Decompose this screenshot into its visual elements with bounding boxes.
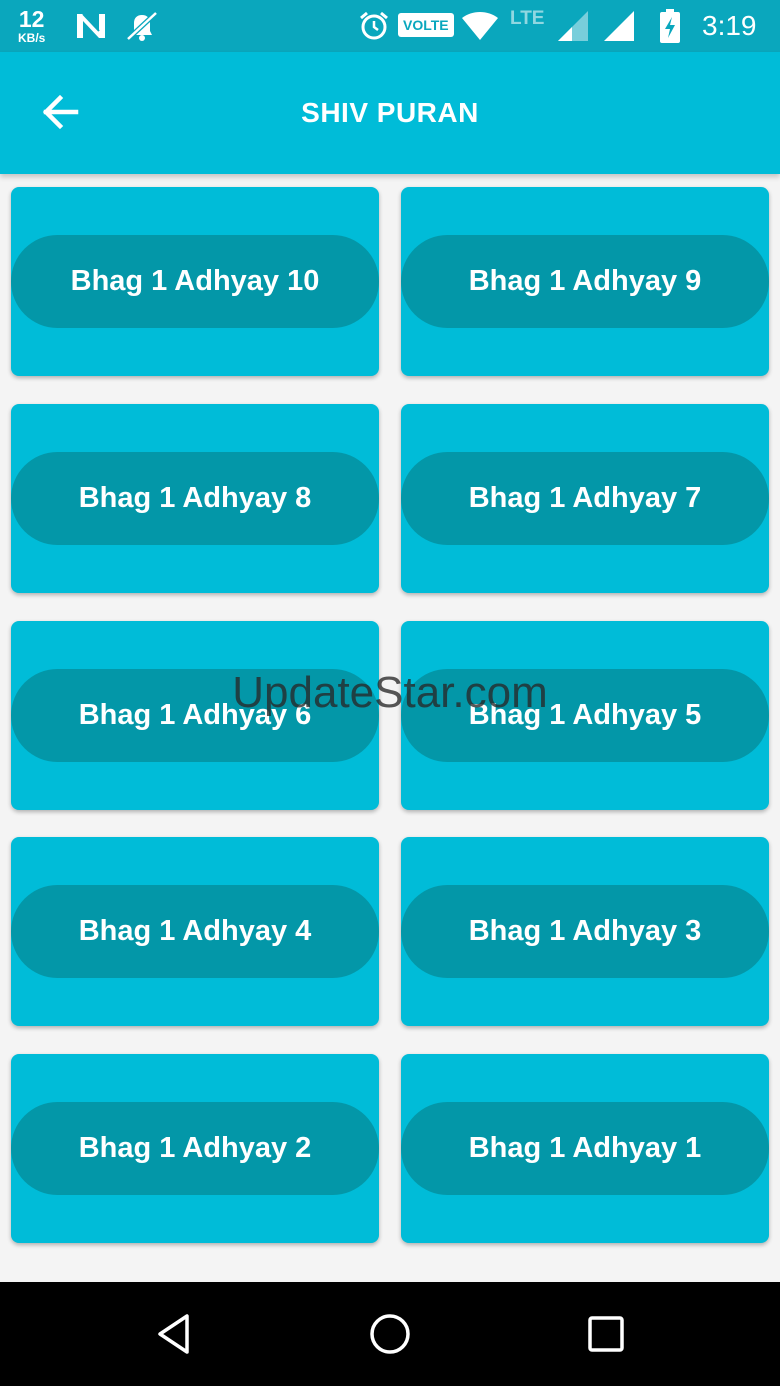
chapter-card: Bhag 1 Adhyay 4 [11, 837, 379, 1026]
recents-square-icon [588, 1316, 624, 1352]
status-bar: 12 KB/s VOLTE LTE 3:19 [0, 0, 780, 52]
chapter-grid: Bhag 1 Adhyay 10 Bhag 1 Adhyay 9 Bhag 1 … [0, 174, 780, 1282]
back-triangle-icon [158, 1314, 189, 1354]
app-bar: SHIV PURAN [0, 52, 780, 174]
nav-back-button[interactable] [144, 1304, 204, 1364]
page-title: SHIV PURAN [301, 97, 479, 128]
status-time: 3:19 [702, 10, 757, 41]
chapter-card: Bhag 1 Adhyay 6 [11, 621, 379, 810]
signal-weak-icon [556, 0, 590, 52]
chapter-button[interactable]: Bhag 1 Adhyay 4 [11, 885, 379, 978]
nav-recents-button[interactable] [576, 1304, 636, 1364]
back-button[interactable] [30, 82, 90, 142]
chapter-button[interactable]: Bhag 1 Adhyay 1 [401, 1102, 769, 1195]
no-notifications-icon [124, 0, 160, 52]
chapter-card: Bhag 1 Adhyay 9 [401, 187, 769, 376]
volte-badge: VOLTE [398, 13, 454, 37]
chapter-card: Bhag 1 Adhyay 8 [11, 404, 379, 593]
chapter-card: Bhag 1 Adhyay 3 [401, 837, 769, 1026]
chapter-button[interactable]: Bhag 1 Adhyay 2 [11, 1102, 379, 1195]
alarm-icon [358, 0, 390, 52]
chapter-button[interactable]: Bhag 1 Adhyay 6 [11, 669, 379, 762]
home-circle-icon [370, 1314, 410, 1354]
signal-icon [602, 0, 636, 52]
nav-home-button[interactable] [360, 1304, 420, 1364]
chapter-button[interactable]: Bhag 1 Adhyay 9 [401, 235, 769, 328]
chapter-button[interactable]: Bhag 1 Adhyay 7 [401, 452, 769, 545]
arrow-left-icon [42, 94, 79, 130]
chapter-card: Bhag 1 Adhyay 5 [401, 621, 769, 810]
chapter-button[interactable]: Bhag 1 Adhyay 8 [11, 452, 379, 545]
lte-label: LTE [510, 8, 545, 29]
chapter-button[interactable]: Bhag 1 Adhyay 5 [401, 669, 769, 762]
network-speed-value: 12 [18, 6, 45, 32]
wifi-icon [460, 0, 500, 52]
network-speed-unit: KB/s [18, 31, 46, 45]
chapter-card: Bhag 1 Adhyay 2 [11, 1054, 379, 1243]
navigation-bar [0, 1282, 780, 1386]
battery-charging-icon [658, 0, 682, 52]
chapter-button[interactable]: Bhag 1 Adhyay 10 [11, 235, 379, 328]
chapter-card: Bhag 1 Adhyay 7 [401, 404, 769, 593]
chapter-card: Bhag 1 Adhyay 1 [401, 1054, 769, 1243]
n-icon [74, 0, 108, 52]
chapter-button[interactable]: Bhag 1 Adhyay 3 [401, 885, 769, 978]
network-speed: 12 KB/s [18, 0, 45, 52]
chapter-card: Bhag 1 Adhyay 10 [11, 187, 379, 376]
